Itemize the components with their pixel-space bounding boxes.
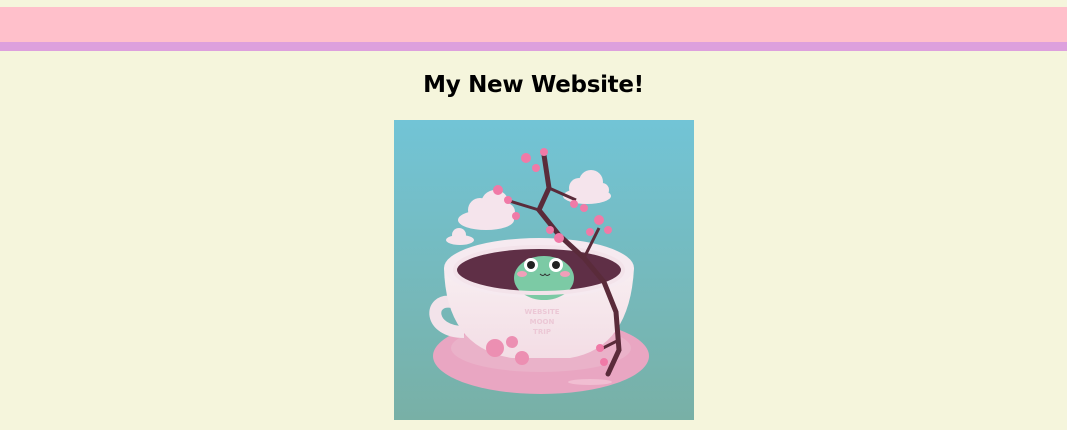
cup-text-line3: TRIP <box>533 328 551 336</box>
hero-image: WEBSITE MOON TRIP <box>394 120 694 420</box>
header-bar <box>0 7 1067 42</box>
top-strip <box>0 0 1067 7</box>
cup-text-line2: MOON <box>530 318 555 326</box>
cup-text-line1: WEBSITE <box>524 308 559 316</box>
header-accent-bar <box>0 42 1067 51</box>
teacup-frog-illustration: WEBSITE MOON TRIP <box>394 120 694 420</box>
page-title: My New Website! <box>423 72 644 98</box>
